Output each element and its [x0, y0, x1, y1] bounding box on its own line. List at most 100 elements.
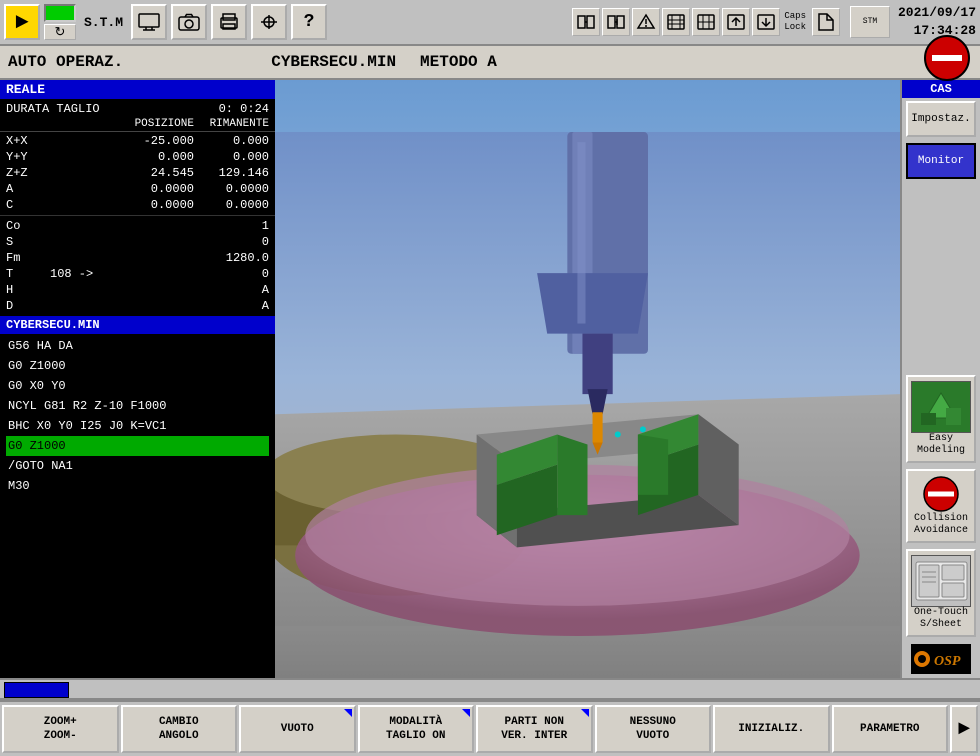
col-headers: POSIZIONE RIMANENTE [0, 117, 275, 132]
fm-val: 1280.0 [209, 251, 269, 265]
zoom-minus-label: ZOOM- [44, 729, 77, 743]
easy-modeling-button[interactable]: EasyModeling [906, 375, 976, 463]
zoom-button[interactable]: ZOOM+ ZOOM- [2, 705, 119, 753]
printer-icon-btn[interactable] [211, 4, 247, 40]
nessuno-vuoto-button[interactable]: NESSUNO VUOTO [595, 705, 712, 753]
no-entry-sign [922, 33, 972, 83]
taglio-label: TAGLIO ON [386, 729, 445, 743]
icon-btn-2[interactable] [602, 8, 630, 36]
one-touch-label: One-TouchS/Sheet [914, 607, 968, 631]
status-indicator-green [44, 4, 76, 22]
x-label: X+X [6, 134, 61, 148]
z-label: Z+Z [6, 166, 61, 180]
modalita-button[interactable]: MODALITÀ TAGLIO ON [358, 705, 475, 753]
monitor-icon-btn[interactable] [131, 4, 167, 40]
program-header: CYBERSECU.MIN [0, 316, 275, 334]
x-row: X+X -25.000 0.000 [0, 133, 275, 149]
c-pos: 0.0000 [61, 198, 194, 212]
rimanente-header: RIMANENTE [194, 118, 269, 130]
home-button[interactable]: ► [4, 4, 40, 40]
scene-svg [275, 80, 900, 678]
parti-non-button[interactable]: PARTI NON VER. INTER [476, 705, 593, 753]
help-icon-btn[interactable]: ? [291, 4, 327, 40]
bottom-bar: ZOOM+ ZOOM- CAMBIO ANGOLO VUOTO MODALITÀ… [0, 700, 980, 756]
durata-label: DURATA TAGLIO [6, 102, 116, 116]
program-name-label: CYBERSECU.MIN [271, 53, 396, 71]
y-rem: 0.000 [194, 150, 269, 164]
co-val: 1 [209, 219, 269, 233]
icon-btn-5[interactable] [692, 8, 720, 36]
prog-line-4: BHC X0 Y0 I25 J0 K=VC1 [6, 416, 269, 436]
a-row: A 0.0000 0.0000 [0, 181, 275, 197]
cambio-label: CAMBIO [159, 715, 199, 729]
back-button[interactable]: ↻ [44, 24, 76, 40]
h-label: H [6, 283, 46, 297]
icon-btn-7[interactable] [752, 8, 780, 36]
co-label: Co [6, 219, 46, 233]
monitor-button[interactable]: Monitor [906, 143, 976, 179]
h-val: A [209, 283, 269, 297]
prog-line-3: NCYL G81 R2 Z-10 F1000 [6, 396, 269, 416]
y-label: Y+Y [6, 150, 61, 164]
crosshair-icon-btn[interactable] [251, 4, 287, 40]
parametro-button[interactable]: PARAMETRO [832, 705, 949, 753]
data-table: DURATA TAGLIO 0: 0:24 POSIZIONE RIMANENT… [0, 99, 275, 316]
nessuno-vuoto-label: VUOTO [636, 729, 669, 743]
t-label: T [6, 267, 46, 281]
camera-icon-btn[interactable] [171, 4, 207, 40]
vuoto-button[interactable]: VUOTO [239, 705, 356, 753]
stm-icon-top[interactable]: STM [850, 6, 890, 38]
collision-icon [916, 475, 966, 513]
osp-logo: OSP [911, 644, 971, 674]
one-touch-button[interactable]: One-TouchS/Sheet [906, 549, 976, 637]
file-icon-btn[interactable] [812, 8, 840, 36]
s-val: 0 [209, 235, 269, 249]
program-lines: G56 HA DA G0 Z1000 G0 X0 Y0 NCYL G81 R2 … [0, 334, 275, 678]
t-row: T 108 -> 0 [0, 266, 275, 282]
reale-header: REALE [0, 80, 275, 99]
cambio-angolo-button[interactable]: CAMBIO ANGOLO [121, 705, 238, 753]
impostaz-button[interactable]: Impostaz. [906, 101, 976, 137]
z-pos: 24.545 [61, 166, 194, 180]
nessuno-label: NESSUNO [630, 715, 676, 729]
durata-row: DURATA TAGLIO 0: 0:24 [0, 101, 275, 117]
one-touch-icon [911, 555, 971, 607]
x-pos: -25.000 [61, 134, 194, 148]
a-label: A [6, 182, 61, 196]
c-label: C [6, 198, 61, 212]
t-val: 0 [209, 267, 269, 281]
method-label: METODO A [420, 53, 497, 71]
t-mid: 108 -> [50, 267, 93, 281]
next-page-button[interactable]: ► [950, 705, 978, 753]
icon-btn-4[interactable] [662, 8, 690, 36]
top-bar: ► ↻ S.T.M ? [0, 0, 980, 46]
svg-text:OSP: OSP [934, 654, 961, 669]
y-pos: 0.000 [61, 150, 194, 164]
auto-operaz-label: AUTO OPERAZ. [8, 53, 123, 71]
triangle-badge-3 [581, 709, 589, 717]
fm-row: Fm 1280.0 [0, 250, 275, 266]
c-rem: 0.0000 [194, 198, 269, 212]
posizione-header: POSIZIONE [61, 118, 194, 130]
y-row: Y+Y 0.000 0.000 [0, 149, 275, 165]
a-pos: 0.0000 [61, 182, 194, 196]
prog-line-1: G0 Z1000 [6, 356, 269, 376]
fm-label: Fm [6, 251, 46, 265]
main-content: REALE DURATA TAGLIO 0: 0:24 POSIZIONE RI… [0, 80, 980, 678]
zoom-label: ZOOM+ [44, 715, 77, 729]
c-row: C 0.0000 0.0000 [0, 197, 275, 213]
icon-btn-6[interactable] [722, 8, 750, 36]
d-label: D [6, 299, 46, 313]
inizializ-button[interactable]: INIZIALIZ. [713, 705, 830, 753]
icon-btn-3[interactable] [632, 8, 660, 36]
stm-label: S.T.M [84, 15, 123, 30]
s-label: S [6, 235, 46, 249]
d-val: A [209, 299, 269, 313]
triangle-badge-2 [462, 709, 470, 717]
z-row: Z+Z 24.545 129.146 [0, 165, 275, 181]
collision-avoidance-button[interactable]: CollisionAvoidance [906, 469, 976, 543]
prog-line-0: G56 HA DA [6, 336, 269, 356]
easy-modeling-icon [911, 381, 971, 433]
icon-btn-1[interactable] [572, 8, 600, 36]
progress-bar [4, 682, 69, 698]
